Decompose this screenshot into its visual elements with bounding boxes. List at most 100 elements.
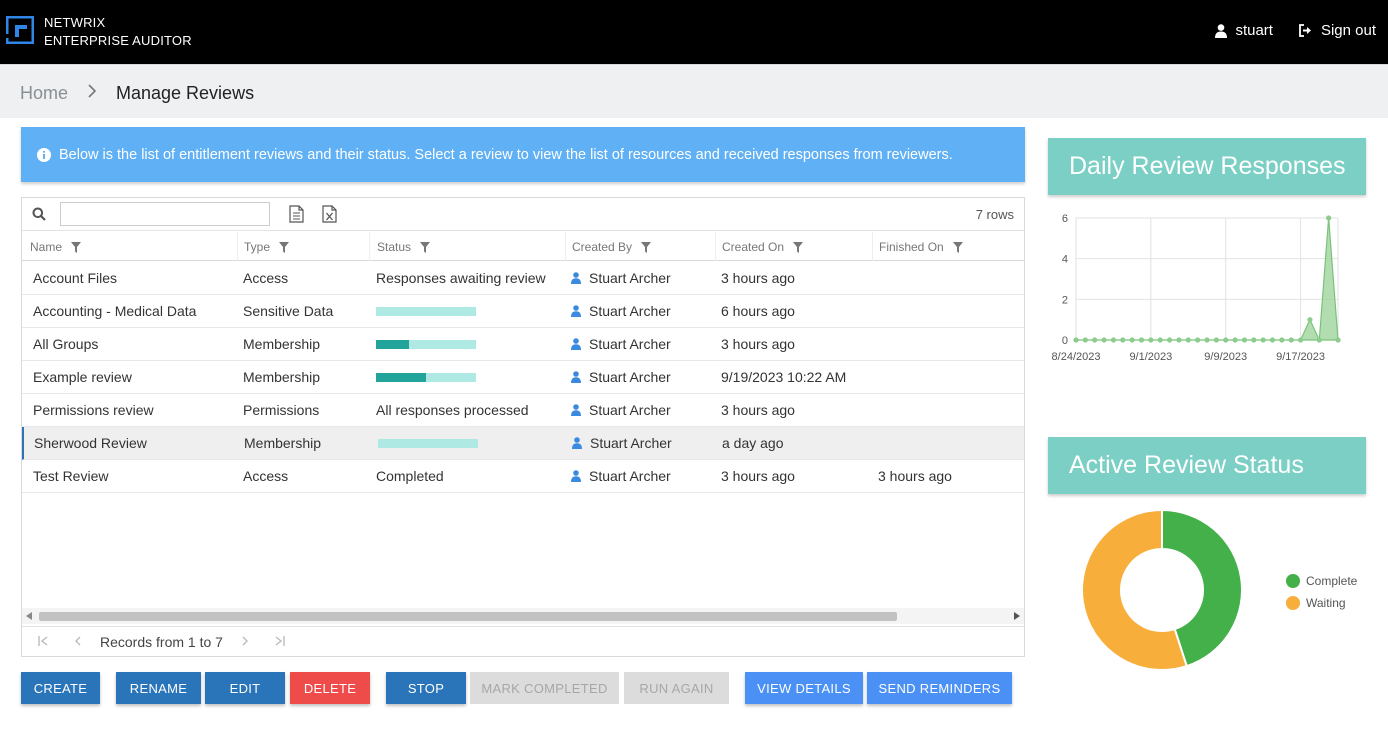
cell-type: Membership [243, 336, 321, 352]
filter-icon[interactable] [279, 241, 290, 253]
data-point [1307, 317, 1313, 323]
cell-name: Example review [33, 369, 132, 385]
first-page-icon[interactable] [38, 636, 50, 646]
user-icon [1215, 23, 1228, 38]
data-point [1073, 337, 1079, 343]
legend-item-waiting[interactable]: Waiting [1286, 592, 1357, 614]
table-row[interactable]: Sherwood Review Membership Stuart Archer a … [22, 427, 1024, 460]
cell-status: Responses awaiting review [376, 270, 546, 286]
data-point [1241, 337, 1248, 343]
filter-icon[interactable] [793, 241, 804, 253]
export-excel-icon[interactable] [322, 205, 337, 223]
filter-icon[interactable] [71, 241, 82, 253]
cell-created-by: Stuart Archer [571, 468, 671, 484]
table-row[interactable]: Account Files Access Responses awaiting re… [22, 262, 1024, 295]
review-status-donut [1081, 508, 1243, 671]
top-bar: NETWRIX ENTERPRISE AUDITOR stuart Sign o… [0, 0, 1388, 64]
breadcrumb: Home Manage Reviews [0, 64, 1388, 118]
cell-created-on: 6 hours ago [721, 303, 795, 319]
data-point [1232, 337, 1238, 343]
cell-created-by: Stuart Archer [571, 336, 671, 352]
cell-name: Sherwood Review [34, 435, 147, 451]
series-area [1076, 217, 1339, 343]
donut-legend: Complete Waiting [1286, 570, 1357, 614]
filter-icon[interactable] [952, 241, 963, 253]
column-header-name[interactable]: Name [30, 240, 82, 254]
table-row[interactable]: Permissions review Permissions All respons… [22, 394, 1024, 427]
last-page-icon[interactable] [273, 636, 285, 646]
scroll-right-icon[interactable] [1014, 612, 1020, 620]
export-document-icon[interactable] [289, 205, 304, 223]
table-row[interactable]: Example review Membership Stuart Archer 9/1… [22, 361, 1024, 394]
progress-fill [376, 373, 426, 382]
breadcrumb-home[interactable]: Home [20, 83, 68, 104]
rename-button[interactable]: RENAME [116, 672, 201, 704]
cell-created-by: Stuart Archer [571, 402, 671, 418]
filter-icon[interactable] [641, 241, 652, 253]
data-point [1316, 337, 1322, 343]
cell-status: All responses processed [376, 402, 529, 418]
data-point [1120, 337, 1126, 343]
scrollbar-thumb[interactable] [39, 612, 897, 621]
column-header-type[interactable]: Type [244, 240, 290, 254]
mark-completed-button[interactable]: MARK COMPLETED [470, 672, 619, 704]
scroll-left-icon[interactable] [26, 612, 32, 620]
cell-created-on: 3 hours ago [721, 468, 795, 484]
x-tick-label: 9/1/2023 [1129, 351, 1172, 363]
column-header-created-by[interactable]: Created By [572, 240, 652, 254]
horizontal-scrollbar[interactable] [22, 608, 1024, 624]
cell-name: Permissions review [33, 402, 154, 418]
run-again-button[interactable]: RUN AGAIN [624, 672, 729, 704]
column-divider [237, 232, 238, 261]
create-button[interactable]: CREATE [21, 672, 100, 704]
cell-type: Access [243, 468, 289, 484]
search-icon [32, 207, 46, 221]
cell-finished-on: 3 hours ago [878, 468, 952, 484]
column-divider [715, 232, 716, 261]
cell-name: All Groups [33, 336, 99, 352]
brand-line-2: ENTERPRISE AUDITOR [44, 33, 192, 48]
user-icon [571, 470, 581, 482]
search-input[interactable] [60, 202, 270, 226]
column-divider [565, 232, 566, 261]
send-reminders-button[interactable]: SEND REMINDERS [867, 672, 1012, 704]
info-text: Below is the list of entitlement reviews… [59, 146, 953, 163]
column-header-finished-on[interactable]: Finished On [879, 240, 963, 254]
creator-name: Stuart Archer [589, 336, 671, 352]
progress-bar [376, 373, 476, 382]
creator-name: Stuart Archer [589, 270, 671, 286]
column-label: Status [377, 240, 412, 254]
stop-button[interactable]: STOP [386, 672, 466, 704]
legend-item-complete[interactable]: Complete [1286, 570, 1357, 592]
column-label: Name [30, 240, 63, 254]
edit-button[interactable]: EDIT [205, 672, 285, 704]
y-tick-label: 4 [1062, 254, 1068, 266]
legend-label: Complete [1306, 574, 1358, 588]
cell-created-on: 3 hours ago [721, 402, 795, 418]
table-row[interactable]: All Groups Membership Stuart Archer 3 hours… [22, 328, 1024, 361]
data-point [1335, 337, 1341, 343]
sign-out-link[interactable]: Sign out [1299, 22, 1376, 39]
data-point [1204, 337, 1210, 343]
cell-type: Membership [243, 369, 321, 385]
progress-bar [376, 307, 476, 316]
next-page-icon[interactable] [241, 636, 249, 646]
data-point [1288, 337, 1294, 343]
table-row[interactable]: Accounting - Medical Data Sensitive Data S… [22, 295, 1024, 328]
view-details-button[interactable]: VIEW DETAILS [745, 672, 863, 704]
pager-label: Records from 1 to 7 [100, 634, 223, 650]
column-header-status[interactable]: Status [377, 240, 431, 254]
data-point [1110, 337, 1117, 343]
creator-name: Stuart Archer [589, 468, 671, 484]
column-label: Type [244, 240, 271, 254]
table-row[interactable]: Test Review Access Completed Stuart Archer 3… [22, 460, 1024, 493]
column-header-created-on[interactable]: Created On [722, 240, 804, 254]
user-menu[interactable]: stuart [1215, 22, 1273, 39]
cell-created-on: 3 hours ago [721, 270, 795, 286]
column-label: Created On [722, 240, 785, 254]
previous-page-icon[interactable] [74, 636, 82, 646]
daily-responses-header: Daily Review Responses [1048, 138, 1366, 195]
filter-icon[interactable] [420, 241, 431, 253]
daily-responses-chart: 0 2 4 6 8/24/2023 9/1/2023 9/9/2023 9/17/2023 [1052, 213, 1341, 363]
delete-button[interactable]: DELETE [290, 672, 370, 704]
